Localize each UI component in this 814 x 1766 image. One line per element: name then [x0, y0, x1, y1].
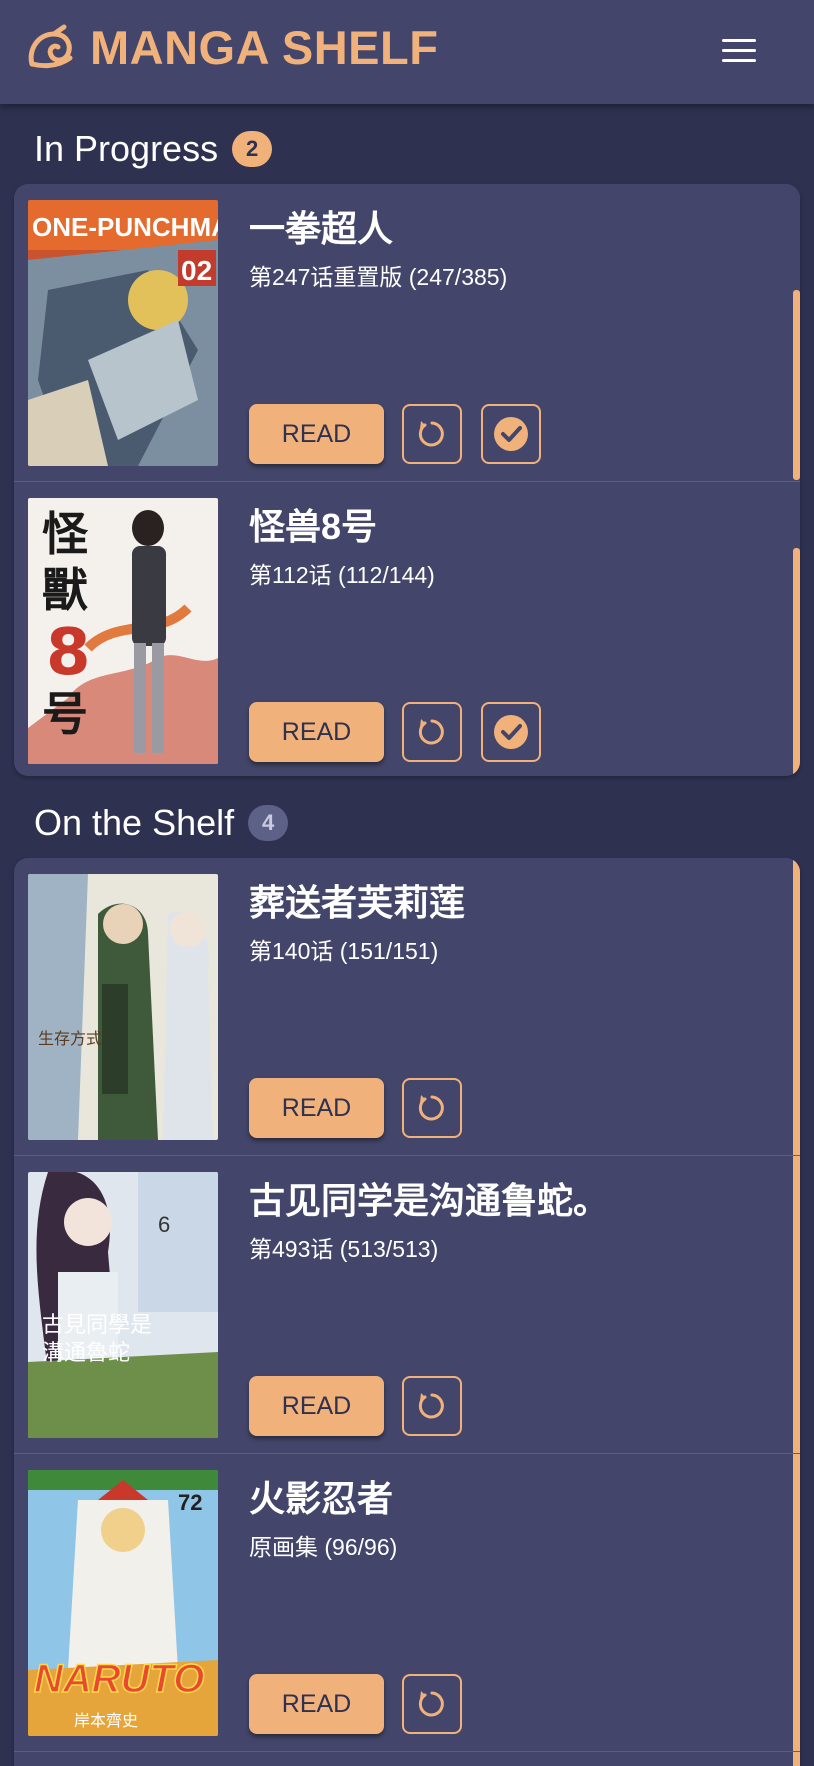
reset-progress-button[interactable] [402, 404, 462, 464]
manga-cover-naruto: 72 NARUTO 岸本齊史 [28, 1470, 218, 1736]
cover-title-text: 古見同學是 [42, 1313, 152, 1338]
reset-progress-button[interactable] [402, 1674, 462, 1734]
cover-title-text: 8 [46, 616, 91, 690]
cover-title-text: ONE-PUNCHMAN [32, 212, 218, 242]
chapter-progress: 第140话 (151/151) [249, 938, 439, 964]
mark-complete-button[interactable] [481, 404, 541, 464]
section-label: On the Shelf [34, 802, 235, 843]
refresh-icon [418, 719, 444, 745]
manga-cover[interactable]: ONE-PUNCHMAN 02 [28, 200, 218, 466]
manga-title: 火影忍者 [249, 1478, 394, 1519]
list-item: ONE-PUNCHMAN 02 一拳超人 第247话重置版 (247/385) … [14, 184, 800, 482]
manga-cover-frieren: 生存方式 [28, 874, 218, 1140]
refresh-icon [418, 421, 444, 447]
mark-complete-button[interactable] [481, 702, 541, 762]
read-button[interactable]: READ [249, 1674, 384, 1734]
section-title-on-the-shelf: On the Shelf 4 [34, 802, 289, 844]
cover-volume-text: 02 [181, 255, 212, 286]
check-circle-icon [494, 715, 528, 749]
cover-title-text: 怪 [42, 507, 89, 561]
manga-cover[interactable]: 生存方式 [28, 874, 218, 1140]
chapter-progress: 第247话重置版 (247/385) [249, 264, 508, 290]
refresh-icon [418, 1095, 444, 1121]
chapter-progress: 第112话 (112/144) [249, 562, 435, 588]
manga-cover-kaiju-no-8: 怪 獸 8 号 [28, 498, 218, 764]
section-label: In Progress [34, 128, 219, 169]
manga-cover[interactable]: 怪 獸 8 号 [28, 498, 218, 764]
app-title: MANGA SHELF [90, 21, 439, 74]
divider [14, 1751, 800, 1752]
cover-volume-text: 6 [158, 1212, 170, 1237]
in-progress-list[interactable]: ONE-PUNCHMAN 02 一拳超人 第247话重置版 (247/385) … [14, 184, 800, 776]
manga-title: 葬送者芙莉莲 [249, 882, 466, 923]
manga-cover[interactable]: 72 NARUTO 岸本齊史 [28, 1470, 218, 1736]
manga-cover-komi-san: 古見同學是 溝通魯蛇 6 [28, 1172, 218, 1438]
manga-title: 怪兽8号 [249, 506, 378, 547]
cover-author-text: 岸本齊史 [74, 1711, 138, 1730]
count-badge: 4 [248, 805, 289, 841]
cover-text: 生存方式 [38, 1029, 102, 1048]
cover-title-text: 溝通魯蛇 [42, 1341, 130, 1366]
list-item: 生存方式 葬送者芙莉莲 第140话 (151/151) READ [14, 858, 800, 1156]
list-item: 古見同學是 溝通魯蛇 6 古见同学是沟通鲁蛇。 第493话 (513/513) … [14, 1156, 800, 1454]
reset-progress-button[interactable] [402, 702, 462, 762]
hamburger-menu-icon[interactable] [716, 28, 762, 74]
reset-progress-button[interactable] [402, 1376, 462, 1436]
spiral-leaf-icon [28, 24, 73, 69]
manga-cover[interactable]: 古見同學是 溝通魯蛇 6 [28, 1172, 218, 1438]
list-item: 72 NARUTO 岸本齊史 火影忍者 原画集 (96/96) READ [14, 1454, 800, 1752]
manga-title: 一拳超人 [249, 208, 394, 249]
read-button[interactable]: READ [249, 702, 384, 762]
read-button[interactable]: READ [249, 404, 384, 464]
refresh-icon [418, 1691, 444, 1717]
check-circle-icon [494, 417, 528, 451]
count-badge: 2 [232, 131, 273, 167]
read-button[interactable]: READ [249, 1376, 384, 1436]
cover-title-text: NARUTO [34, 1657, 204, 1701]
manga-title: 古见同学是沟通鲁蛇。 [249, 1180, 610, 1221]
cover-title-text: 号 [42, 687, 88, 741]
chapter-progress: 第493话 (513/513) [249, 1236, 439, 1262]
chapter-progress: 原画集 (96/96) [249, 1534, 398, 1560]
refresh-icon [418, 1393, 444, 1419]
list-item: 怪 獸 8 号 怪兽8号 第112话 (112/144) READ [14, 482, 800, 776]
cover-volume-text: 72 [178, 1490, 202, 1515]
top-app-bar: MANGA SHELF [0, 0, 814, 104]
reset-progress-button[interactable] [402, 1078, 462, 1138]
read-button[interactable]: READ [249, 1078, 384, 1138]
on-the-shelf-list[interactable]: 生存方式 葬送者芙莉莲 第140话 (151/151) READ 古見同學是 溝… [14, 858, 800, 1766]
section-title-in-progress: In Progress 2 [34, 128, 273, 170]
manga-cover-one-punch-man: ONE-PUNCHMAN 02 [28, 200, 218, 466]
cover-title-text: 獸 [42, 563, 88, 617]
